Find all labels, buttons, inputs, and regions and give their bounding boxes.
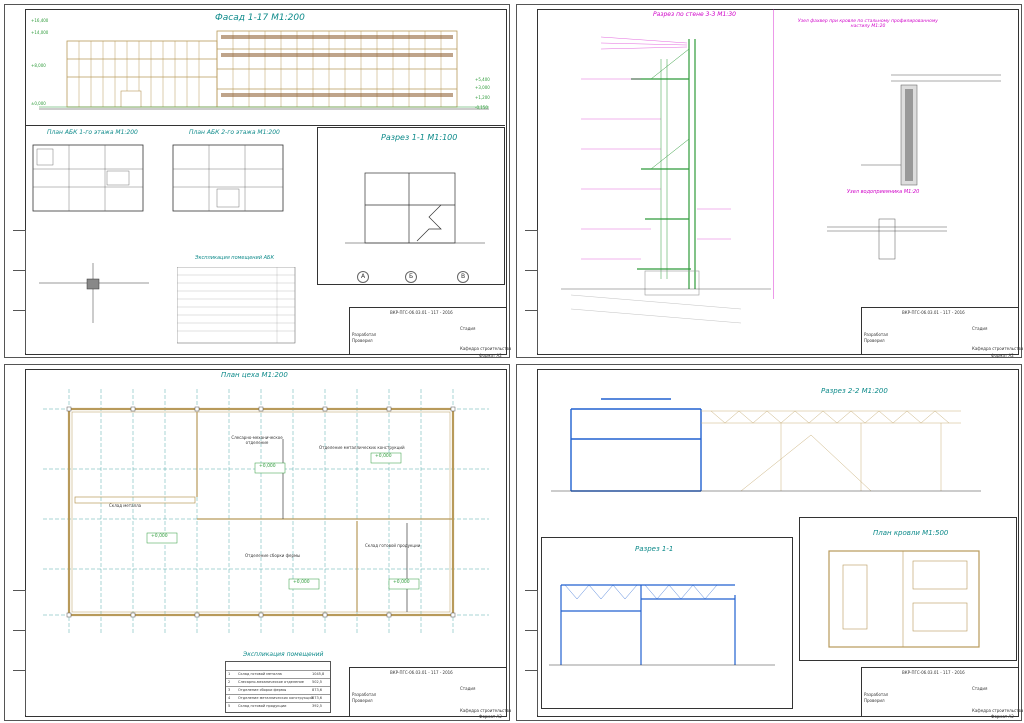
role-1: Разработал <box>864 332 889 337</box>
sheet-4: Разрез 2-2 М1:200 Разрез 1-1 План кровли… <box>516 364 1023 721</box>
legend-abk-table <box>177 267 296 344</box>
title-code: ВКР-ПГС-06.03.01 - 117 - 2016 <box>390 670 453 675</box>
role-1: Разработал <box>864 692 889 697</box>
title-code: ВКР-ПГС-06.03.01 - 117 - 2016 <box>902 670 965 675</box>
title-code: ВКР-ПГС-06.03.01 - 117 - 2016 <box>390 310 453 315</box>
left-stamp-strip <box>525 590 538 715</box>
format-label: Формат А2 <box>991 353 1014 358</box>
section11-drawing <box>549 584 775 666</box>
role-2: Проверил <box>352 698 373 703</box>
sheet-3: План цеха М1:200 Слесарно-механическое о… <box>4 364 511 721</box>
plan-title: План цеха М1:200 <box>221 371 288 379</box>
title-block: ВКР-ПГС-06.03.01 - 117 - 2016 Разработал… <box>349 307 511 355</box>
facade-drawing <box>39 30 489 110</box>
facade-level-8: -0,150 <box>475 105 488 110</box>
shop-plan-drawing <box>43 389 489 635</box>
roof-title: План кровли М1:500 <box>873 529 949 537</box>
facade-level-4: +5,400 <box>475 77 490 82</box>
left-stamp-strip <box>13 230 26 353</box>
node2-title: Узел водоприемника М1:20 <box>847 189 920 195</box>
grid-mark-a: А <box>357 271 369 283</box>
node-divider <box>773 9 774 299</box>
callout-lines <box>581 36 731 260</box>
org-label: Кафедра строительства <box>972 346 1024 351</box>
left-stamp-strip <box>525 230 538 353</box>
format-label: Формат А2 <box>479 714 502 719</box>
section22-drawing <box>551 398 981 492</box>
stage-label: Стадия <box>460 326 476 331</box>
facade-level-6: +1,200 <box>475 95 490 100</box>
facade-level-5: +3,000 <box>475 85 490 90</box>
node2-drawing <box>827 218 947 260</box>
title-block: ВКР-ПГС-06.03.01 - 117 - 2016 Разработал… <box>861 307 1023 355</box>
facade-level-3: +8,000 <box>31 63 46 68</box>
role-2: Проверил <box>864 698 885 703</box>
sheet-1: Фасад 1-17 М1:200 +16,400 +14,000 +8,000… <box>4 4 511 358</box>
org-label: Кафедра строительства <box>460 708 512 713</box>
org-label: Кафедра строительства <box>460 346 512 351</box>
title-code: ВКР-ПГС-06.03.01 - 117 - 2016 <box>902 310 965 315</box>
legend-table: 1 Склад готовой металла 1045,8 2 Слесарн… <box>225 661 331 713</box>
stage-label: Стадия <box>972 686 988 691</box>
section-drawing <box>345 172 485 244</box>
left-stamp-strip <box>13 590 26 715</box>
level-3: +0,000 <box>375 454 392 459</box>
legend-row: 5 Склад готовой продукции 392,5 <box>226 702 330 711</box>
title-block: ВКР-ПГС-06.03.01 - 117 - 2016 Разработал… <box>861 667 1023 717</box>
stage-label: Стадия <box>972 326 988 331</box>
section-title: Разрез 1-1 М1:100 <box>381 133 458 142</box>
role-2: Проверил <box>352 338 373 343</box>
roof-plan-drawing <box>828 550 980 648</box>
stage-label: Стадия <box>460 686 476 691</box>
wall-section-title: Разрез по стене 3-3 М1:30 <box>653 11 736 18</box>
room-label-1: Слесарно-механическое отделение <box>231 435 283 445</box>
section22-title: Разрез 2-2 М1:200 <box>821 387 888 395</box>
level-5: +0,000 <box>393 580 410 585</box>
facade-level-2: +14,000 <box>31 30 49 35</box>
legend-title: Экспликация помещений <box>243 651 324 658</box>
facade-level-7: ±0,000 <box>31 101 46 106</box>
node1-drawing <box>861 74 1001 186</box>
role-1: Разработал <box>352 692 377 697</box>
sheet-2: Разрез по стене 3-3 М1:30 Узел фахвер пр… <box>516 4 1023 358</box>
facade-level-1: +16,400 <box>31 18 49 23</box>
plan2-title: План АБК 2-го этажа М1:200 <box>189 129 280 136</box>
level-2: +0,000 <box>151 534 168 539</box>
room-label-4: Отделение сборки фермы <box>245 553 301 558</box>
grid-mark-c: В <box>457 271 469 283</box>
role-2: Проверил <box>864 338 885 343</box>
org-label: Кафедра строительства <box>972 708 1024 713</box>
level-1: +0,000 <box>259 464 276 469</box>
room-label-3: Склад металла <box>109 503 142 508</box>
node1-title: Узел фахвер при кровле по стальному проф… <box>798 19 938 29</box>
title-block: ВКР-ПГС-06.03.01 - 117 - 2016 Разработал… <box>349 667 511 717</box>
room-label-2: Отделение металлических конструкций <box>319 445 405 450</box>
room-label-5: Склад готовой продукции <box>365 543 421 548</box>
node-sketch <box>39 263 149 323</box>
role-1: Разработал <box>352 332 377 337</box>
level-4: +0,000 <box>293 580 310 585</box>
grid-mark-b: Б <box>405 271 417 283</box>
plan1-drawing <box>32 144 144 212</box>
legend-abk-title: Экспликация помещений АБК <box>195 255 275 261</box>
section11-title: Разрез 1-1 <box>635 545 674 553</box>
divider <box>25 125 505 126</box>
format-label: Формат А2 <box>479 353 502 358</box>
plan2-drawing <box>172 144 284 212</box>
format-label: Формат А2 <box>991 714 1014 719</box>
plan1-title: План АБК 1-го этажа М1:200 <box>47 129 138 136</box>
